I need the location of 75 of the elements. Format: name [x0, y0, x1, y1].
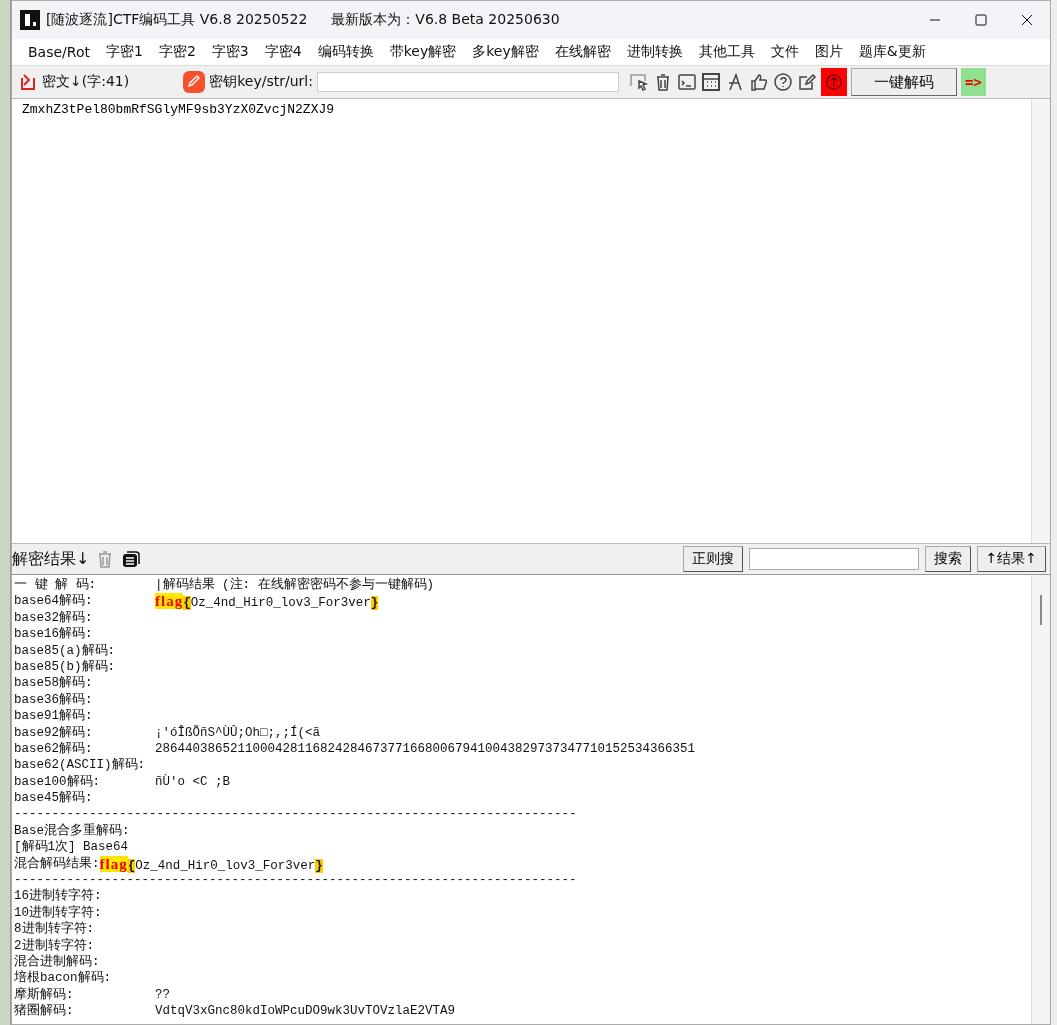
copy-icon[interactable] — [121, 549, 142, 569]
separator-line: --------------------------------------------------------------------------- — [14, 872, 577, 888]
arrow-up-icon — [824, 73, 843, 91]
calculator-icon[interactable] — [700, 72, 721, 92]
menu-item[interactable]: 带key解密 — [381, 43, 465, 61]
thumbs-up-icon[interactable] — [748, 72, 769, 92]
result-value: VdtqV3xGnc80kdIoWPcuDO9wk3UvTOVzlaE2VTA9 — [155, 1003, 456, 1020]
result-label: 8进制转字符: — [14, 921, 94, 938]
pen-icon[interactable] — [183, 71, 206, 93]
result-label: base92解码: — [14, 725, 93, 740]
result-label: 混合解码结果: — [14, 855, 100, 871]
result-label: 培根bacon解码: — [14, 970, 111, 987]
menu-item[interactable]: 在线解密 — [546, 43, 619, 61]
help-icon[interactable] — [772, 72, 793, 92]
result-value: ?? — [155, 986, 170, 1004]
regex-search-button[interactable]: 正则搜 — [682, 546, 743, 572]
menu-item[interactable]: 字密2 — [150, 43, 204, 61]
edit-icon[interactable] — [796, 72, 817, 92]
result-label: base100解码: — [14, 774, 100, 789]
result-label: base62(ASCII)解码: — [14, 757, 146, 774]
result-value: 286440386521100042811682428467377166800679410043829737347710152534366351 — [155, 740, 696, 758]
menu-item[interactable]: Base/Rot — [20, 44, 98, 60]
search-field[interactable] — [748, 548, 919, 570]
cursor-icon[interactable] — [628, 72, 649, 92]
result-label: [解码1次] Base64 — [14, 839, 128, 856]
search-button[interactable]: 搜索 — [924, 546, 971, 572]
result-label: base36解码: — [14, 691, 93, 709]
upload-button[interactable] — [820, 68, 847, 96]
app-logo — [20, 10, 40, 30]
result-value: ñÙ'o <C ;B — [155, 773, 230, 791]
import-icon[interactable] — [18, 72, 38, 92]
results-button[interactable]: ↑结果↑ — [976, 546, 1046, 572]
menu-item[interactable]: 文件 — [762, 43, 807, 61]
result-label: 猪圈解码: — [14, 1004, 74, 1019]
result-value: ¡'óÎßÕñS^ÙÛ;Oh□;,;Í(<ã — [155, 724, 321, 741]
result-label: 2进制转字符: — [14, 937, 94, 954]
result-label: base16解码: — [14, 626, 93, 643]
result-label: 10进制转字符: — [14, 904, 102, 921]
result-label: base32解码: — [14, 609, 93, 627]
menu-item[interactable]: 字密4 — [256, 43, 310, 61]
key-field[interactable] — [316, 72, 619, 92]
result-label: base91解码: — [14, 708, 93, 725]
ciphertext-field[interactable]: ZmxhZ3tPel80bmRfSGlyMF9sb3YzX0ZvcjN2ZXJ9 — [12, 99, 1031, 543]
results-label: 解密结果↓ — [12, 548, 90, 570]
arrow-text: => — [960, 68, 986, 96]
result-label: base62解码: — [14, 741, 93, 756]
latest-version: 最新版本为：V6.8 Beta 20250630 — [331, 11, 560, 29]
decode-all-button[interactable]: 一键解码 — [850, 68, 957, 96]
maximize-icon[interactable] — [975, 14, 987, 26]
result-label: base85(b)解码: — [14, 658, 115, 676]
result-value: |解码结果 (注: 在线解密密码不参与一键解码) — [155, 577, 434, 594]
ciphertext-label: 密文↓(字:41) — [42, 73, 130, 91]
result-label: 摩斯解码: — [14, 987, 74, 1002]
result-label: base45解码: — [14, 790, 93, 807]
menu-item[interactable]: 编码转换 — [309, 43, 382, 61]
menu-item[interactable]: 图片 — [806, 43, 851, 61]
result-label: 16进制转字符: — [14, 888, 102, 905]
menu-item[interactable]: 字密3 — [203, 43, 257, 61]
result-label: Base混合多重解码: — [14, 822, 130, 839]
menu-item[interactable]: 题库&更新 — [850, 43, 934, 61]
close-icon[interactable] — [1021, 14, 1033, 26]
menu-item[interactable]: 字密1 — [97, 43, 151, 61]
terminal-icon[interactable] — [676, 72, 697, 92]
menu-item[interactable]: 多key解密 — [464, 43, 547, 61]
menu-item[interactable]: 其他工具 — [690, 43, 763, 61]
result-label: base85(a)解码: — [14, 642, 115, 659]
window-title: [随波逐流]CTF编码工具 V6.8 20250522 — [46, 11, 308, 29]
result-label: 一 键 解 码: — [14, 578, 96, 592]
flag-text: flag{Oz_4nd_Hir0_lov3_For3ver} — [155, 593, 379, 610]
result-label: base64解码: — [14, 594, 93, 609]
key-label: 密钥key/str/url: — [209, 73, 313, 91]
menu-item[interactable]: 进制转换 — [618, 43, 691, 61]
separator-line: --------------------------------------------------------------------------- — [14, 806, 577, 823]
result-label: 混合进制解码: — [14, 954, 100, 970]
result-label: base58解码: — [14, 675, 93, 692]
